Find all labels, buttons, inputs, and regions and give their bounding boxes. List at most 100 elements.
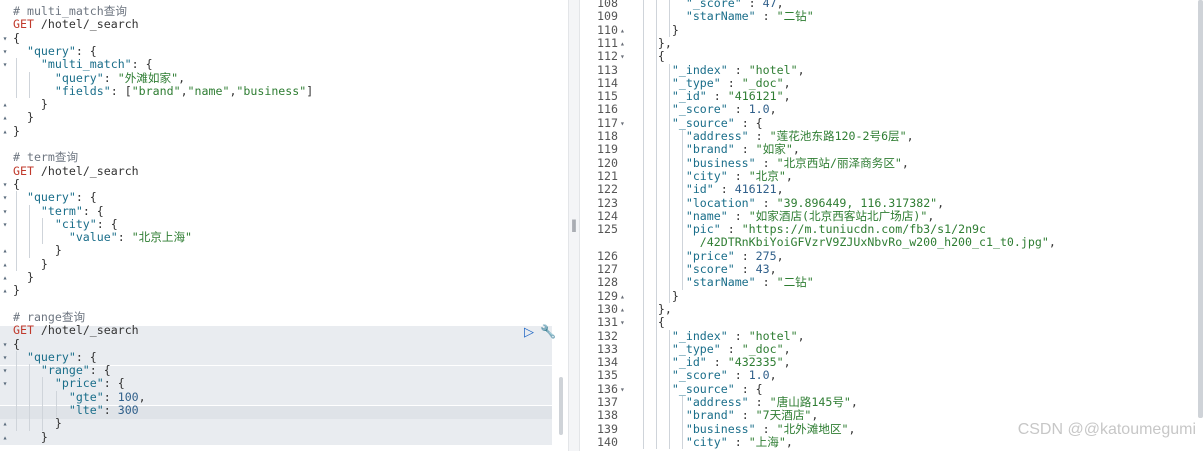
code-token: , <box>937 195 945 210</box>
fold-close-icon[interactable]: ▴ <box>620 37 628 50</box>
code-token: : <box>727 168 749 183</box>
code-token: { <box>630 49 665 64</box>
code-line: ▴ } <box>0 244 552 257</box>
line-number: 131 <box>597 315 618 330</box>
line-number: 111 <box>597 35 618 50</box>
code-token: "name" <box>685 208 728 223</box>
fold-open-icon[interactable]: ▾ <box>0 338 10 351</box>
code-line: # range查询 <box>0 310 552 324</box>
output-line: 122 "id" : 416121, <box>580 182 1190 196</box>
indent-guide <box>16 350 17 431</box>
code-text: "_type" : "_doc", <box>630 76 791 90</box>
fold-open-icon[interactable]: ▾ <box>0 377 10 390</box>
code-token: , <box>785 168 793 183</box>
code-token: "如家" <box>755 142 793 157</box>
code-text: "city" : "上海", <box>630 435 793 449</box>
fold-open-icon[interactable]: ▾ <box>0 351 10 364</box>
code-text: "score" : 43, <box>630 262 777 276</box>
code-token: } <box>13 243 62 258</box>
code-token: } <box>13 97 48 112</box>
code-text: "address" : "莲花池东路120-2号6层", <box>630 129 914 143</box>
code-token: } <box>630 288 679 303</box>
code-token: "_score" <box>671 102 728 117</box>
run-request-icon[interactable]: ▷ <box>524 326 534 340</box>
code-token: "query" <box>26 190 76 205</box>
code-token: "北京" <box>748 168 786 183</box>
fold-close-icon[interactable]: ▴ <box>0 98 10 111</box>
code-token: , <box>901 155 909 170</box>
fold-open-icon[interactable]: ▾ <box>620 383 628 396</box>
pane-resizer[interactable]: ‖ <box>568 0 580 451</box>
code-token: : <box>755 421 777 436</box>
fold-close-icon[interactable]: ▴ <box>620 290 628 303</box>
code-line: ▾ "range": { <box>0 363 552 377</box>
output-line: 136 ▾ "_source" : { <box>580 381 1190 396</box>
fold-open-icon[interactable]: ▾ <box>0 58 10 71</box>
output-line: 124 "name" : "如家酒店(北京西客站北广场店)", <box>580 208 1190 223</box>
fold-open-icon[interactable]: ▾ <box>0 178 10 191</box>
code-token: : <box>720 341 742 356</box>
code-line: ▴} <box>0 284 552 297</box>
fold-close-icon[interactable]: ▴ <box>0 284 10 297</box>
code-token: , <box>792 142 800 157</box>
code-token: , <box>138 389 146 404</box>
fold-open-icon[interactable]: ▾ <box>0 364 10 377</box>
fold-close-icon[interactable]: ▴ <box>0 271 10 284</box>
fold-close-icon[interactable]: ▴ <box>0 125 10 138</box>
indent-guide <box>669 63 670 303</box>
wrench-icon[interactable]: 🔧 <box>540 326 556 340</box>
fold-open-icon[interactable]: ▾ <box>0 191 10 204</box>
output-line: 128 "starName" : "二钻" <box>580 275 1190 290</box>
fold-close-icon[interactable]: ▴ <box>0 258 10 271</box>
line-number: 124 <box>597 208 618 223</box>
output-line: 113 "_index" : "hotel", <box>580 62 1190 77</box>
code-token: /hotel/_search <box>33 17 139 32</box>
fold-open-icon[interactable]: ▾ <box>0 32 10 45</box>
line-number: 128 <box>597 275 618 290</box>
fold-close-icon[interactable]: ▴ <box>0 417 10 430</box>
code-token: GET <box>13 17 34 32</box>
code-token: "_source" <box>671 381 735 396</box>
fold-close-icon[interactable]: ▴ <box>0 244 10 257</box>
fold-close-icon[interactable]: ▴ <box>0 111 10 124</box>
code-token: }, <box>630 301 672 316</box>
code-token: "address" <box>685 129 749 143</box>
code-text: "range": { <box>13 363 111 377</box>
code-token: , <box>783 89 791 104</box>
fold-open-icon[interactable]: ▾ <box>620 316 628 329</box>
code-token: "_index" <box>671 62 728 77</box>
request-editor[interactable]: # multi_match查询 GET /hotel/_search ▾{▾ "qu… <box>0 0 568 451</box>
resize-grip-icon[interactable]: ‖ <box>571 218 577 232</box>
fold-open-icon[interactable]: ▾ <box>0 205 10 218</box>
code-line: ▾{ <box>0 177 552 191</box>
fold-close-icon[interactable]: ▴ <box>620 303 628 316</box>
code-token: }, <box>630 35 672 50</box>
code-line: "query": "外滩如家", <box>0 71 552 85</box>
code-text: "lte": 300 <box>13 403 139 417</box>
fold-open-icon[interactable]: ▾ <box>620 117 628 130</box>
code-token: } <box>630 22 679 37</box>
output-line: 135 "_score" : 1.0, <box>580 368 1190 383</box>
fold-open-icon[interactable]: ▾ <box>620 50 628 63</box>
code-text: "_source" : { <box>630 381 763 396</box>
output-line: 120 "business" : "北京西站/丽泽商务区", <box>580 155 1190 170</box>
fold-open-icon[interactable]: ▾ <box>0 45 10 58</box>
fold-close-icon[interactable]: ▴ <box>0 431 10 444</box>
fold-close-icon[interactable]: ▴ <box>620 24 628 37</box>
code-token: : { <box>734 381 763 396</box>
editor-scrollbar[interactable] <box>559 377 563 435</box>
fold-open-icon[interactable]: ▾ <box>0 218 10 231</box>
code-token: /hotel/_search <box>33 163 139 178</box>
code-line: # term查询 <box>0 151 552 164</box>
code-text: "business" : "北外滩地区", <box>630 421 856 436</box>
request-actions: ▷ 🔧 <box>524 326 556 379</box>
output-line: 121 "city" : "北京", <box>580 168 1190 183</box>
output-scrollbar[interactable] <box>1198 0 1203 418</box>
